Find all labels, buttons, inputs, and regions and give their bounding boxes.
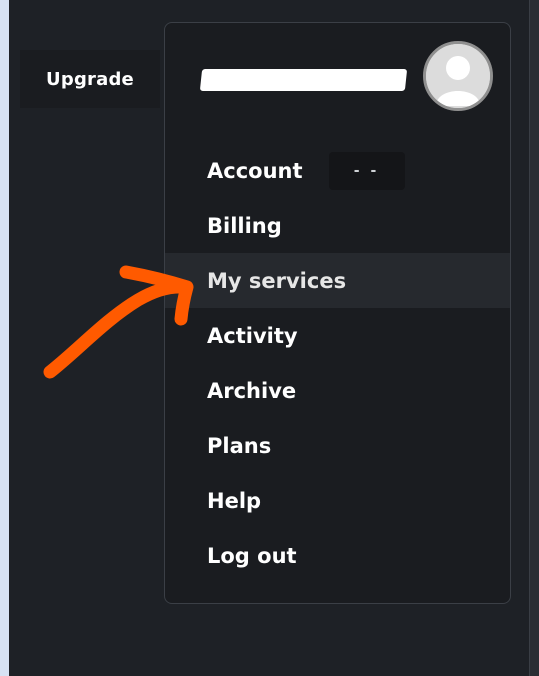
account-menu-list: Account - - Billing My services Activity… xyxy=(165,143,510,583)
right-scrollbar[interactable] xyxy=(529,0,539,676)
menu-item-label: Help xyxy=(207,488,262,513)
menu-item-label: Activity xyxy=(207,323,298,348)
menu-item-label: Log out xyxy=(207,543,297,568)
menu-item-activity[interactable]: Activity xyxy=(165,308,510,363)
menu-item-log-out[interactable]: Log out xyxy=(165,528,510,583)
redacted-email-mark xyxy=(199,69,408,91)
menu-item-my-services[interactable]: My services xyxy=(165,253,510,308)
menu-item-label: My services xyxy=(207,268,347,293)
account-dropdown-menu: Account - - Billing My services Activity… xyxy=(164,22,511,604)
user-avatar-icon[interactable] xyxy=(423,41,493,111)
menu-item-plans[interactable]: Plans xyxy=(165,418,510,473)
menu-item-help[interactable]: Help xyxy=(165,473,510,528)
account-badge: - - xyxy=(328,151,405,190)
menu-item-label: Plans xyxy=(207,433,272,458)
menu-item-label: Account xyxy=(207,158,303,183)
app-screen: Upgrade Account - - Billing My services xyxy=(0,0,539,676)
menu-item-archive[interactable]: Archive xyxy=(165,363,510,418)
menu-item-label: Billing xyxy=(207,213,282,238)
menu-item-account[interactable]: Account - - xyxy=(165,143,510,198)
menu-item-label: Archive xyxy=(207,378,297,403)
left-window-edge xyxy=(0,0,9,676)
upgrade-button[interactable]: Upgrade xyxy=(20,50,160,108)
menu-item-billing[interactable]: Billing xyxy=(165,198,510,253)
